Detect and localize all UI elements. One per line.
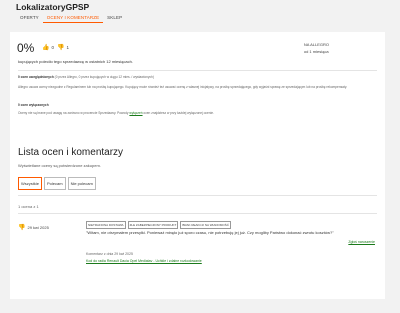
since-value: od 1 miesiąca	[303, 49, 329, 54]
excluded-text: Oceny nie są brane pod uwagę na zarówno …	[18, 111, 214, 115]
info-text: Allegro usuwa oceny niezgodne z Regulami…	[18, 85, 348, 89]
thumbs-up-icon: 👍	[42, 45, 50, 51]
comment-date: Komentarz z dnia 29 kwi 2025	[86, 252, 133, 256]
recommend-percent: 0%	[17, 41, 35, 55]
since-label: NA ALLEGRO	[303, 42, 329, 47]
seller-tabs: OFERTY OCENY I KOMENTARZE SKLEP	[16, 13, 126, 23]
review-filters: Wszystkie Polecam Nie polecam	[18, 177, 98, 190]
reviews-subtitle: Wyświetlane oceny są potwierdzone zakupe…	[18, 163, 101, 168]
thumbs-down-icon: 👎	[18, 225, 26, 231]
seller-name: LokalizatoryGPSP	[16, 2, 90, 12]
review-date: 👎 29 kwi 2025	[18, 225, 49, 231]
reviews-card: Lista ocen i komentarzy Wyświetlane ocen…	[10, 139, 385, 299]
tab-offers[interactable]: OFERTY	[16, 13, 43, 23]
product-link[interactable]: Kod do radia Renault Dacia Opel Mediatav…	[86, 259, 202, 263]
reviews-title: Lista ocen i komentarzy	[18, 147, 124, 158]
negative-count: 1	[66, 45, 69, 50]
positive-count: 0	[51, 45, 54, 50]
review-tag: BRAK REAKCJI NA WIADOMOŚĆ	[180, 221, 231, 229]
exclusions-link[interactable]: wyłączeń	[129, 111, 142, 115]
review-tags: NIETRAFIONA DOSTAWA ZLE ZABEZPIECZONY PR…	[86, 221, 233, 229]
tab-ratings[interactable]: OCENY I KOMENTARZE	[42, 13, 104, 23]
tab-shop[interactable]: SKLEP	[103, 13, 126, 23]
excluded-label: 0 ocen wyłączonych	[18, 103, 49, 107]
rating-counts: 👍 0 👎 1	[42, 44, 69, 51]
counted-text: (0 przez Allegro, 0 przez kupujących w c…	[54, 75, 154, 79]
recommend-text: kupujących poleciło tego sprzedawcę w os…	[18, 59, 133, 64]
counted-line: 0 ocen uwzględnionych (0 przez Allegro, …	[18, 75, 154, 79]
review-quote: "Witam, nie otrzymałem przesyłki. Poniew…	[86, 230, 334, 235]
report-link[interactable]: Zgłoś naruszenie	[348, 240, 375, 244]
since-block: NA ALLEGRO od 1 miesiąca	[304, 41, 329, 55]
divider	[18, 70, 377, 71]
filter-all[interactable]: Wszystkie	[18, 177, 42, 190]
seller-header: LokalizatoryGPSP OFERTY OCENY I KOMENTAR…	[0, 0, 400, 32]
review-count: 1 ocena z 1	[18, 204, 39, 209]
divider	[18, 213, 377, 214]
filter-positive[interactable]: Polecam	[44, 177, 66, 190]
review-tag: ZLE ZABEZPIECZONY PRODUKT	[127, 221, 179, 229]
divider	[18, 195, 377, 196]
review-tag: NIETRAFIONA DOSTAWA	[86, 221, 126, 229]
filter-negative[interactable]: Nie polecam	[67, 177, 96, 190]
thumbs-down-icon: 👎	[57, 45, 65, 51]
counted-label: 0 ocen uwzględnionych	[18, 75, 54, 79]
